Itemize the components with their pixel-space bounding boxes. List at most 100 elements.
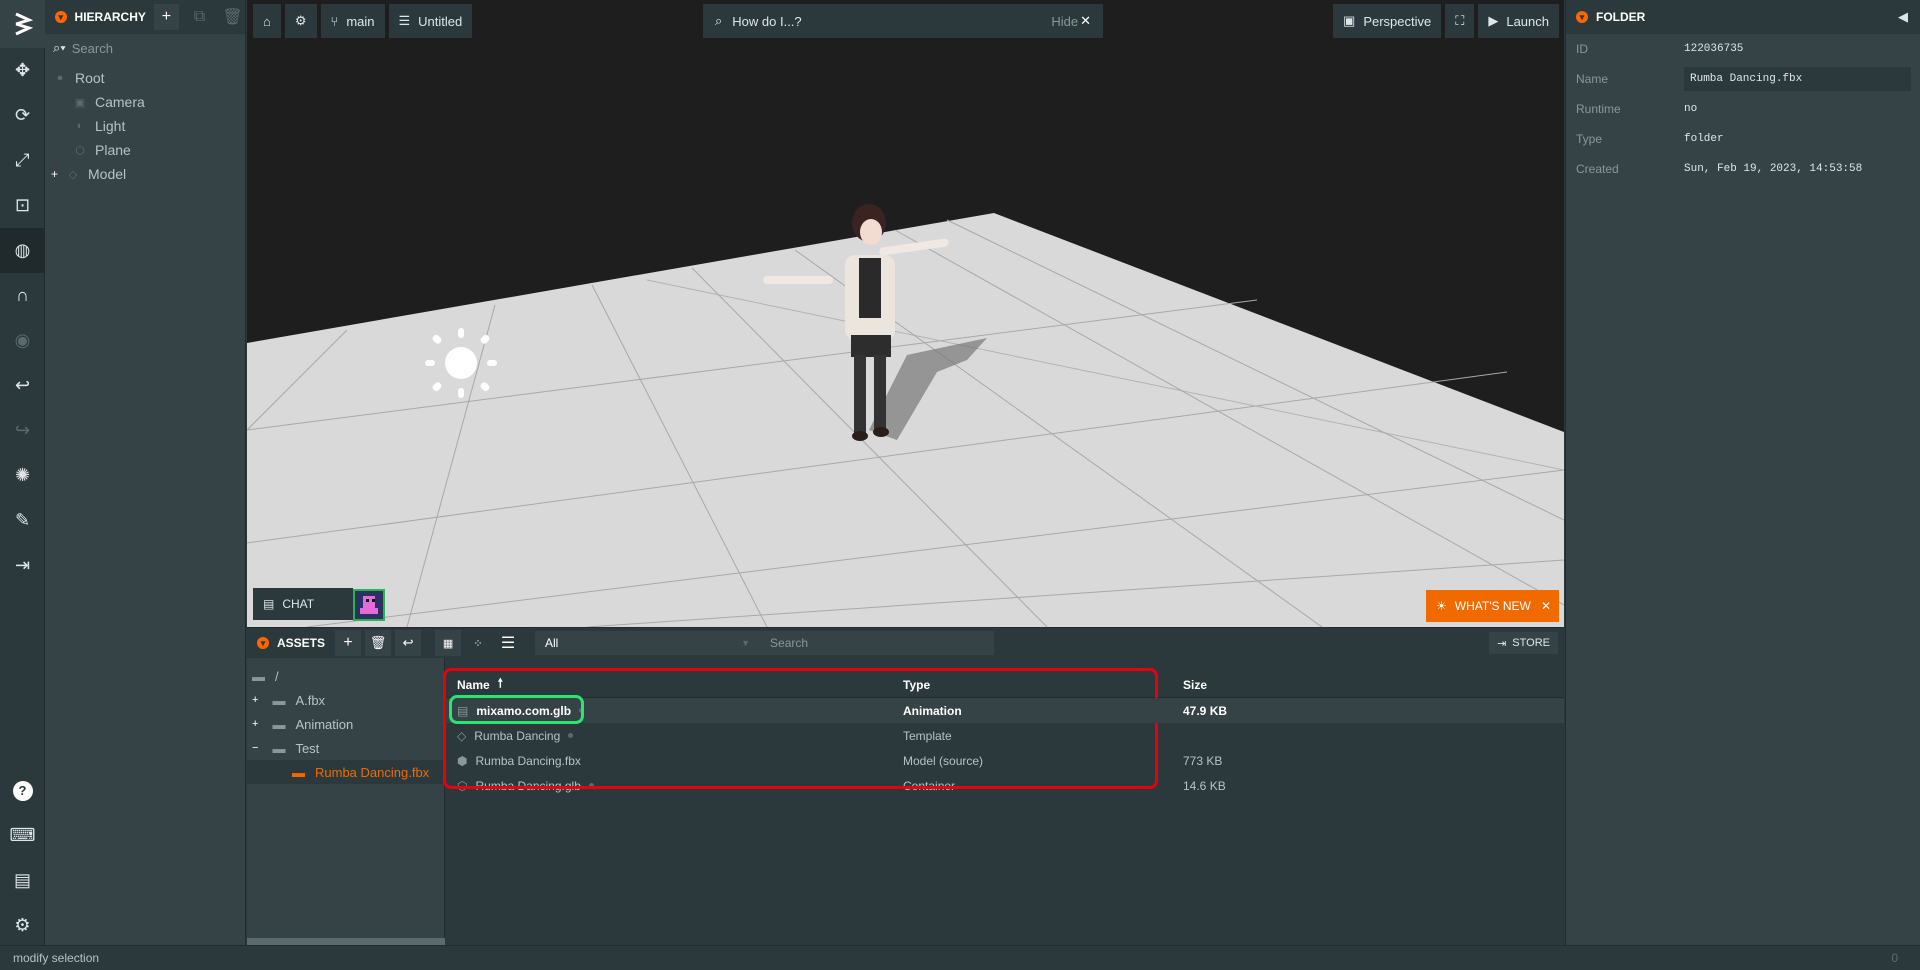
branch-button[interactable]: ⑂ main: [320, 4, 385, 38]
prop-value: folder: [1684, 133, 1724, 145]
play-icon: ▶: [1488, 13, 1499, 28]
back-button[interactable]: ↩: [395, 630, 422, 656]
folder-animation[interactable]: + ▬ Animation: [247, 712, 444, 736]
focus-eye-icon[interactable]: ◉: [0, 318, 45, 363]
asset-search-input[interactable]: Search: [760, 631, 995, 655]
branch-icon: ⑂: [330, 13, 339, 29]
collapse-icon[interactable]: ▾: [1576, 11, 1588, 23]
folder-label: Animation: [295, 716, 354, 732]
code-editor-icon[interactable]: ✎: [0, 498, 45, 543]
small-grid-view-icon[interactable]: ⁘: [465, 630, 491, 656]
folder-icon: ▬: [272, 716, 286, 732]
settings-gear-icon[interactable]: ⚙: [0, 903, 45, 948]
light-bulb-icon: ◐: [76, 120, 84, 132]
folder-label: A.fbx: [295, 692, 326, 708]
settings-button[interactable]: ⚙: [284, 4, 317, 38]
scene-name: Untitled: [418, 13, 463, 29]
collapse-icon[interactable]: ▾: [257, 637, 269, 649]
scene-button[interactable]: ☰ Untitled: [388, 4, 473, 38]
inspector-panel: ▾ FOLDER ◀ ID 122036735 Name Rumba Danci…: [1565, 0, 1920, 945]
prop-value: Sun, Feb 19, 2023, 14:53:58: [1684, 163, 1863, 175]
expand-plus-icon[interactable]: +: [252, 718, 258, 730]
chat-bubble-icon[interactable]: ▤: [0, 858, 45, 903]
add-asset-button[interactable]: +: [335, 630, 362, 656]
home-button[interactable]: ⌂: [253, 4, 281, 38]
add-entity-button[interactable]: +: [153, 4, 179, 30]
translate-tool-icon[interactable]: ✥: [0, 48, 45, 93]
scale-tool-icon[interactable]: ⤢: [0, 138, 45, 183]
user-avatar[interactable]: [353, 589, 385, 621]
logo-icon[interactable]: [0, 0, 45, 48]
help-icon[interactable]: ?: [0, 768, 45, 813]
folder-icon: ▬: [272, 740, 286, 756]
rotate-tool-icon[interactable]: ⟳: [0, 93, 45, 138]
close-icon[interactable]: ✕: [1541, 599, 1551, 613]
fullscreen-button[interactable]: ⛶: [1445, 4, 1475, 38]
hierarchy-panel: ▾ HIERARCHY + ⧉ 🗑 ⌕▾ Search ● Root ▣ Cam…: [45, 0, 246, 945]
launch-label: Launch: [1506, 13, 1549, 29]
store-button[interactable]: ⇥ STORE: [1489, 632, 1558, 654]
scene-render[interactable]: [247, 0, 1564, 627]
undo-icon[interactable]: ↩: [0, 363, 45, 408]
green-highlight-box: [449, 695, 584, 724]
keyboard-shortcuts-icon[interactable]: ⌨: [0, 813, 45, 858]
collapse-icon[interactable]: ▾: [55, 11, 67, 23]
pixel-avatar-icon: [357, 593, 381, 617]
tree-item-model[interactable]: + ◇ Model: [45, 162, 245, 186]
tree-item-label: Light: [95, 118, 126, 134]
camera-mode-button[interactable]: ▣ Perspective: [1333, 4, 1442, 38]
asset-row[interactable]: ▤ mixamo.com.glb Animation 47.9 KB: [445, 695, 1564, 724]
list-view-icon[interactable]: ☰: [495, 630, 521, 656]
delete-asset-button[interactable]: 🗑: [365, 630, 392, 656]
launch-button[interactable]: ▶ Launch: [1478, 4, 1559, 38]
asset-folder-tree: ▬ / + ▬ A.fbx + ▬ Animation − ▬ Test ▬ R…: [247, 658, 445, 946]
help-search-input[interactable]: How do I...?: [732, 14, 1041, 29]
folder-root[interactable]: ▬ /: [247, 664, 444, 688]
collapse-panel-icon[interactable]: ◀: [1898, 9, 1908, 25]
close-icon[interactable]: ✕: [1080, 13, 1091, 29]
size-column-header[interactable]: Size: [1175, 678, 1285, 692]
expand-plus-icon[interactable]: +: [252, 694, 258, 706]
expand-plus-icon[interactable]: +: [51, 167, 58, 181]
folder-icon: ▬: [292, 764, 305, 780]
duplicate-entity-button[interactable]: ⧉: [187, 4, 212, 30]
folder-icon: ▬: [272, 692, 286, 708]
tree-item-label: Root: [75, 70, 105, 86]
redo-icon[interactable]: ↪: [0, 408, 45, 453]
asset-type: Animation: [903, 703, 962, 718]
asset-filter-select[interactable]: All ▼: [535, 631, 761, 655]
search-icon: ⌕: [715, 13, 723, 28]
tree-item-camera[interactable]: ▣ Camera: [45, 90, 245, 114]
name-input[interactable]: Rumba Dancing.fbx: [1684, 67, 1911, 91]
red-highlight-box: [443, 668, 1158, 789]
snap-magnet-icon[interactable]: ∩: [0, 273, 45, 318]
asset-size: 773 KB: [1183, 753, 1223, 768]
whats-new-banner[interactable]: ☀ WHAT'S NEW ✕: [1426, 590, 1559, 622]
collapse-minus-icon[interactable]: −: [252, 742, 258, 754]
entity-icon: ◇: [68, 168, 78, 181]
folder-rumba-dancing-fbx[interactable]: ▬ Rumba Dancing.fbx: [247, 760, 444, 784]
tree-item-root[interactable]: ● Root: [45, 66, 245, 90]
inspector-title: FOLDER: [1596, 10, 1646, 24]
publish-icon[interactable]: ⇥: [0, 543, 45, 588]
chat-button[interactable]: ▤ CHAT: [253, 588, 353, 620]
entity-icon: ●: [56, 72, 64, 84]
resize-tool-icon[interactable]: ⊡: [0, 183, 45, 228]
tree-item-plane[interactable]: ⬡ Plane: [45, 138, 245, 162]
search-input[interactable]: Search: [72, 41, 113, 56]
grid-view-icon[interactable]: ▦: [435, 630, 462, 656]
hierarchy-header: ▾ HIERARCHY + ⧉ 🗑: [45, 0, 245, 34]
help-hide-button[interactable]: Hide: [1051, 14, 1078, 29]
folder-test[interactable]: − ▬ Test: [247, 736, 444, 760]
world-space-icon[interactable]: ◍: [0, 228, 45, 273]
help-search-bar[interactable]: ⌕ How do I...? Hide ✕: [703, 4, 1103, 38]
scene-viewport[interactable]: ⌂ ⚙ ⑂ main ☰ Untitled ▣ Perspective ⛶ ▶ Laun…: [247, 0, 1564, 627]
hierarchy-search[interactable]: ⌕▾ Search: [45, 34, 245, 62]
camera-mode-label: Perspective: [1363, 13, 1432, 29]
prop-name: Name Rumba Dancing.fbx: [1566, 64, 1920, 94]
delete-entity-button[interactable]: 🗑: [220, 4, 245, 30]
lightmapper-icon[interactable]: ✺: [0, 453, 45, 498]
folder-a-fbx[interactable]: + ▬ A.fbx: [247, 688, 444, 712]
tree-item-light[interactable]: ◐ Light: [45, 114, 245, 138]
prop-label: Runtime: [1576, 102, 1621, 116]
